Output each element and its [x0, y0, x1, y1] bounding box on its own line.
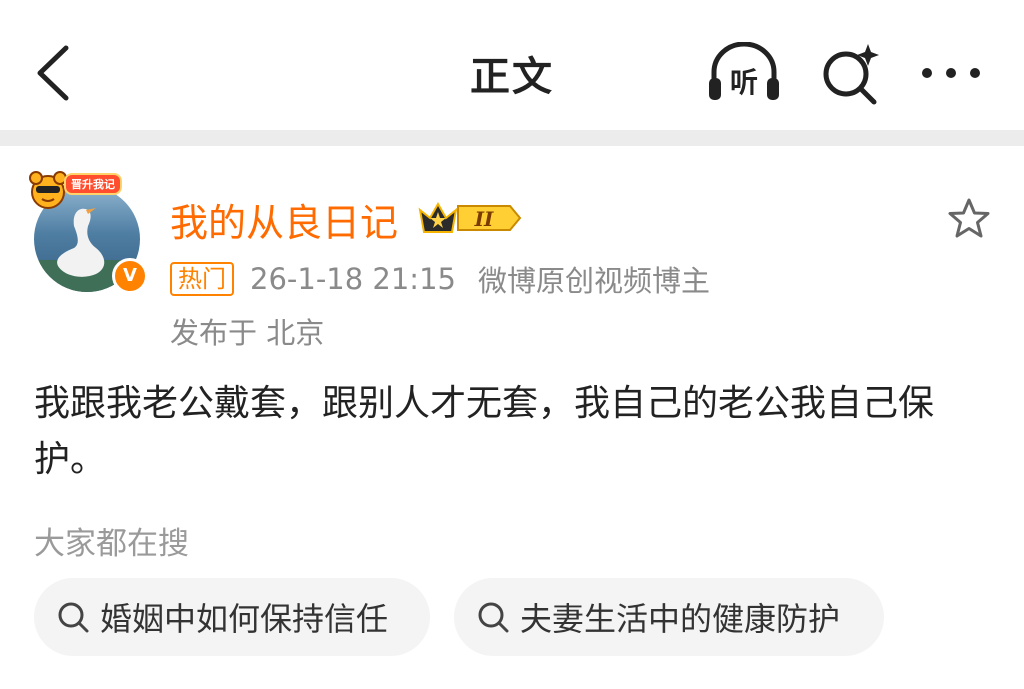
back-button[interactable]	[30, 42, 80, 104]
post-location: 发布于 北京	[170, 316, 325, 350]
verified-badge: V	[112, 258, 148, 294]
listen-label: 听	[730, 66, 758, 99]
author-avatar-area[interactable]: 晋升我记 V	[24, 168, 154, 294]
vip-level-label: II	[474, 207, 494, 231]
more-button[interactable]	[918, 56, 984, 90]
crown-vip-icon: II	[418, 201, 522, 233]
post-content: 我跟我老公戴套，跟别人才无套，我自己的老公我自己保护。	[34, 383, 935, 480]
vip-level-badge[interactable]: II	[418, 198, 522, 238]
search-chip[interactable]: 婚姻中如何保持信任	[34, 578, 430, 656]
hot-tag[interactable]: 热门	[170, 262, 234, 296]
listen-button[interactable]: 听	[706, 41, 782, 104]
more-dots-icon	[922, 68, 980, 78]
search-icon	[478, 602, 509, 633]
search-sparkle-icon	[823, 44, 879, 105]
back-arrow-icon	[37, 45, 69, 101]
headphones-listen-icon: 听	[709, 41, 779, 100]
author-title: 微博原创视频博主	[477, 264, 710, 298]
post-time: 26-1-18 21:15	[250, 262, 456, 296]
header-divider	[0, 130, 1024, 146]
search-chip[interactable]: 夫妻生活中的健康防护	[454, 578, 884, 656]
search-chip-label: 夫妻生活中的健康防护	[520, 600, 841, 638]
trending-search-title: 大家都在搜	[34, 526, 189, 562]
top-nav-bar: 正文 听	[0, 0, 1024, 132]
search-icon	[58, 602, 89, 633]
search-chip-label: 婚姻中如何保持信任	[100, 600, 389, 638]
search-button[interactable]	[818, 40, 882, 106]
author-name[interactable]: 我的从良日记	[170, 192, 398, 247]
sticker-badge: 晋升我记	[28, 168, 124, 210]
bear-sticker-icon	[29, 171, 67, 209]
post-detail-page: 正文 听 晋升我记 V 我的从良日记 II 热门 26-1-18 21:15 微…	[0, 0, 1024, 689]
favorite-button[interactable]	[946, 196, 992, 242]
star-outline-icon	[948, 198, 990, 238]
sticker-label: 晋升我记	[64, 173, 122, 195]
post-meta-row: 热门 26-1-18 21:15 微博原创视频博主	[170, 260, 710, 298]
